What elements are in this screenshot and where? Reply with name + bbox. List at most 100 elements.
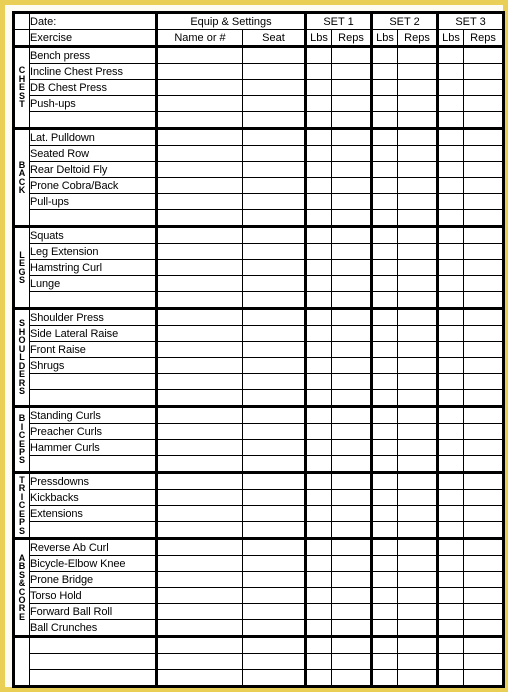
exercise-row: Torso Hold — [14, 587, 505, 604]
workout-table-body: Date: Equip & Settings SET 1 SET 2 SET 3 Exer… — [12, 11, 505, 688]
exercise-row: Front Raise — [14, 341, 505, 358]
equip-seat-cell — [242, 275, 306, 292]
set2-reps-cell — [397, 505, 438, 522]
exercise-row: Shrugs — [14, 357, 505, 374]
equip-seat-cell — [242, 259, 306, 276]
equip-seat-cell — [242, 63, 306, 80]
set3-reps-cell — [463, 537, 505, 556]
set1-reps-cell — [331, 111, 372, 129]
set1-reps-cell — [331, 161, 372, 178]
set1-reps-cell — [331, 145, 372, 162]
set3-reps-cell — [463, 177, 505, 194]
set1-lbs-cell — [304, 521, 332, 539]
set3-reps-cell — [463, 603, 505, 620]
exercise-row: B A C K Lat. Pulldown — [12, 127, 505, 227]
set2-lbs-cell — [370, 341, 398, 358]
set2-reps-cell — [397, 225, 438, 244]
set2-reps-cell — [397, 521, 438, 539]
equip-seat-cell — [242, 619, 306, 637]
set2-lbs-cell — [370, 373, 398, 390]
equip-seat-cell — [242, 177, 306, 194]
set3-lbs-cell — [436, 521, 464, 539]
set3-reps-cell — [463, 79, 505, 96]
set-group-label-1: SET 1 — [304, 11, 372, 30]
set1-lbs-cell — [304, 587, 332, 604]
set2-lbs-cell — [370, 95, 398, 112]
set1-lbs-cell — [304, 275, 332, 292]
equip-name-cell — [155, 307, 243, 326]
set1-lbs-cell — [304, 291, 332, 309]
equip-name-cell — [155, 357, 243, 374]
exercise-row: Push-ups — [14, 95, 505, 112]
set2-lbs-cell — [370, 259, 398, 276]
set3-reps-cell — [463, 373, 505, 390]
exercise-row: Incline Chest Press — [14, 63, 505, 80]
set3-reps-cell — [463, 275, 505, 292]
set2-reps-cell — [397, 439, 438, 456]
set1-reps-cell — [331, 635, 372, 654]
equip-name-cell — [155, 489, 243, 506]
set1-reps-cell — [331, 423, 372, 440]
set1-lbs-cell — [304, 95, 332, 112]
set3-reps-cell — [463, 161, 505, 178]
blank-exercise-row — [14, 669, 505, 688]
equip-name-cell — [155, 341, 243, 358]
set3-reps-cell — [463, 439, 505, 456]
set3-reps-cell — [463, 471, 505, 490]
set2-reps-cell — [397, 95, 438, 112]
set1-lbs-cell — [304, 177, 332, 194]
equip-name-cell — [155, 161, 243, 178]
set1-lbs-cell — [304, 63, 332, 80]
equip-name-cell — [155, 95, 243, 112]
exercise-name: Squats — [29, 225, 157, 244]
set3-reps-cell — [463, 587, 505, 604]
set2-reps-cell — [397, 653, 438, 670]
header-corner-spacer-2 — [12, 29, 30, 48]
equip-seat-cell — [242, 439, 306, 456]
set1-lbs-cell — [304, 389, 332, 407]
set3-lbs-cell — [436, 95, 464, 112]
exercise-row: L E G S Squats — [12, 225, 505, 309]
equip-name-cell — [155, 423, 243, 440]
set1-lbs-cell — [304, 225, 332, 244]
set3-reps-cell — [463, 669, 505, 688]
set2-lbs-cell — [370, 225, 398, 244]
equip-name-cell — [155, 619, 243, 637]
set2-lbs-cell — [370, 619, 398, 637]
exercise-column-label: Exercise — [29, 29, 157, 48]
exercise-name: Prone Bridge — [29, 571, 157, 588]
set1-lbs-cell — [304, 537, 332, 556]
category-label-biceps: BICEPS — [12, 405, 30, 473]
equip-name-cell — [155, 45, 243, 64]
set2-lbs-cell — [370, 111, 398, 129]
set3-reps-cell — [463, 653, 505, 670]
set3-reps-cell — [463, 619, 505, 637]
set1-reps-cell — [331, 603, 372, 620]
set2-lbs-cell — [370, 669, 398, 688]
exercise-name: Lunge — [29, 275, 157, 292]
exercise-row: Kickbacks — [14, 489, 505, 506]
equip-name-cell — [155, 521, 243, 539]
set3-lbs-cell — [436, 161, 464, 178]
set1-lbs-cell — [304, 405, 332, 424]
blank-exercise-row — [14, 653, 505, 670]
set1-reps-cell — [331, 45, 372, 64]
set1-lbs-cell — [304, 259, 332, 276]
set3-lbs-cell — [436, 455, 464, 473]
set3-lbs-cell — [436, 325, 464, 342]
set2-lbs-cell — [370, 489, 398, 506]
set2-lbs-cell — [370, 423, 398, 440]
exercise-row: Extensions — [14, 505, 505, 522]
set2-reps-cell — [397, 669, 438, 688]
exercise-row: Leg Extension — [14, 243, 505, 260]
header-row-sub: Exercise Name or # Seat Lbs Reps Lbs Reps Lbs Re… — [12, 29, 505, 48]
set2-reps-cell — [397, 45, 438, 64]
reps-column-label-set1: Reps — [331, 29, 372, 48]
set2-reps-cell — [397, 489, 438, 506]
exercise-name-blank — [29, 373, 157, 390]
set3-lbs-cell — [436, 177, 464, 194]
set2-lbs-cell — [370, 521, 398, 539]
set2-lbs-cell — [370, 45, 398, 64]
set3-reps-cell — [463, 571, 505, 588]
set1-reps-cell — [331, 63, 372, 80]
